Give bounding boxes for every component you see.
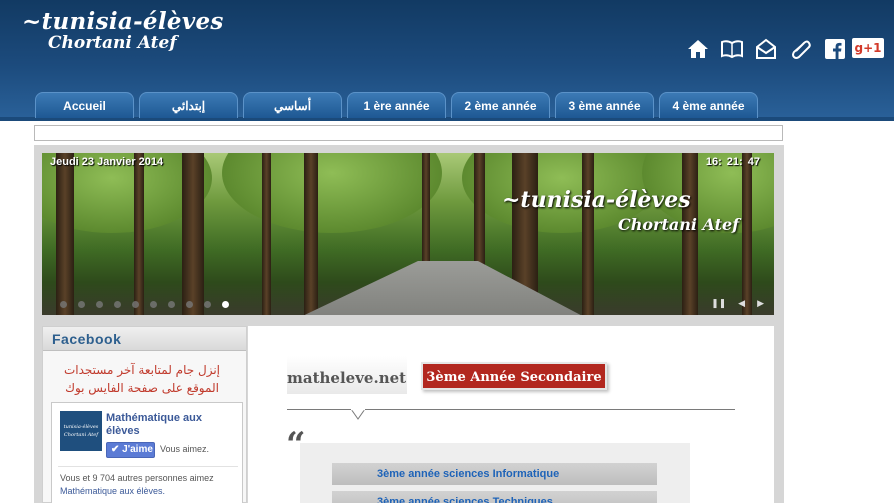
slider-controls: ❚❚ ◀ ▶ <box>711 299 764 309</box>
like-button[interactable]: ✔ J'aime <box>106 442 155 458</box>
tree-trunk <box>134 153 144 315</box>
home-icon[interactable] <box>686 36 710 62</box>
facebook-page-link[interactable]: Mathématique aux élèves. <box>60 486 165 496</box>
slider-dot[interactable] <box>114 301 121 308</box>
tree-trunk <box>742 153 752 315</box>
slider-dot[interactable] <box>78 301 85 308</box>
paperclip-icon[interactable] <box>789 36 813 62</box>
slider-logo-title: ~tunisia-élèves <box>502 187 691 213</box>
tab-base[interactable]: أساسي <box>243 92 342 118</box>
tree-trunk <box>582 153 594 315</box>
facebook-title: Facebook <box>43 327 246 351</box>
tab-1ere-annee[interactable]: 1 ère année <box>347 92 446 118</box>
forest-road <box>292 261 592 315</box>
header-divider <box>0 117 894 121</box>
slider-dot[interactable] <box>60 301 67 308</box>
prev-icon[interactable]: ◀ <box>738 299 745 309</box>
link-sciences-informatique[interactable]: 3ème année sciences Informatique <box>332 463 657 485</box>
check-icon: ✔ <box>111 444 120 455</box>
tree-canopy <box>222 153 442 233</box>
facebook-sidebar: Facebook إنزل جام لمتابعة آخر مستجدات ال… <box>42 326 247 503</box>
link-sciences-techniques[interactable]: 3ème année sciences Techniques <box>332 491 657 503</box>
book-icon[interactable] <box>720 36 744 62</box>
slider-dots <box>60 301 229 308</box>
announcement-bar <box>34 125 783 141</box>
site-logo[interactable]: ~tunisia-élèves Chortani Atef <box>22 8 224 53</box>
pause-icon[interactable]: ❚❚ <box>711 299 726 309</box>
google-plus-icon[interactable]: g+1 <box>852 38 884 58</box>
facebook-invite-text: إنزل جام لمتابعة آخر مستجدات الموقع على … <box>63 363 220 395</box>
level-banner[interactable]: 3ème Année Secondaire <box>421 362 607 390</box>
logo-title: ~tunisia-élèves <box>22 8 224 35</box>
slider-clock: 16: 21: 47 <box>705 156 760 168</box>
tab-2eme-annee[interactable]: 2 ème année <box>451 92 550 118</box>
tab-3eme-annee[interactable]: 3 ème année <box>555 92 654 118</box>
slider-dot[interactable] <box>150 301 157 308</box>
slider-dot[interactable] <box>168 301 175 308</box>
tree-trunk <box>262 153 271 315</box>
tree-trunk <box>682 153 698 315</box>
facebook-likes-you: Vous aimez. <box>160 444 210 454</box>
slider-dot[interactable] <box>222 301 229 308</box>
tab-accueil[interactable]: Accueil <box>35 92 134 118</box>
slider-dot[interactable] <box>96 301 103 308</box>
facebook-like-count: Vous et 9 704 autres personnes aimez Mat… <box>60 473 214 496</box>
slider-date: Jeudi 23 Janvier 2014 <box>50 156 164 168</box>
next-icon[interactable]: ▶ <box>757 299 764 309</box>
slider-logo: ~tunisia-élèves Chortani Atef <box>502 187 739 234</box>
slider-dot[interactable] <box>204 301 211 308</box>
slider-dot[interactable] <box>132 301 139 308</box>
tree-trunk <box>304 153 318 315</box>
tree-trunk <box>182 153 204 315</box>
facebook-icon[interactable] <box>823 36 847 62</box>
facebook-page-name[interactable]: Mathématique aux élèves <box>106 412 236 438</box>
like-button-label: J'aime <box>122 444 153 455</box>
slider-logo-subtitle: Chortani Atef <box>618 215 740 234</box>
mail-icon[interactable] <box>754 36 778 62</box>
facebook-page-thumbnail[interactable]: tunisia-élèves Chortani Atef <box>60 411 102 451</box>
site-name-banner[interactable]: matheleve.net <box>287 356 407 394</box>
logo-subtitle: Chortani Atef <box>48 33 177 53</box>
separator-notch <box>351 409 365 420</box>
facebook-like-box: tunisia-élèves Chortani Atef Mathématiqu… <box>51 402 243 503</box>
image-slider[interactable]: Jeudi 23 Janvier 2014 16: 21: 47 ~tunisi… <box>42 153 774 315</box>
slider-dot[interactable] <box>186 301 193 308</box>
facebook-divider <box>58 466 238 467</box>
tab-4eme-annee[interactable]: 4 ème année <box>659 92 758 118</box>
tree-trunk <box>56 153 74 315</box>
tab-primaire[interactable]: إبتدائي <box>139 92 238 118</box>
